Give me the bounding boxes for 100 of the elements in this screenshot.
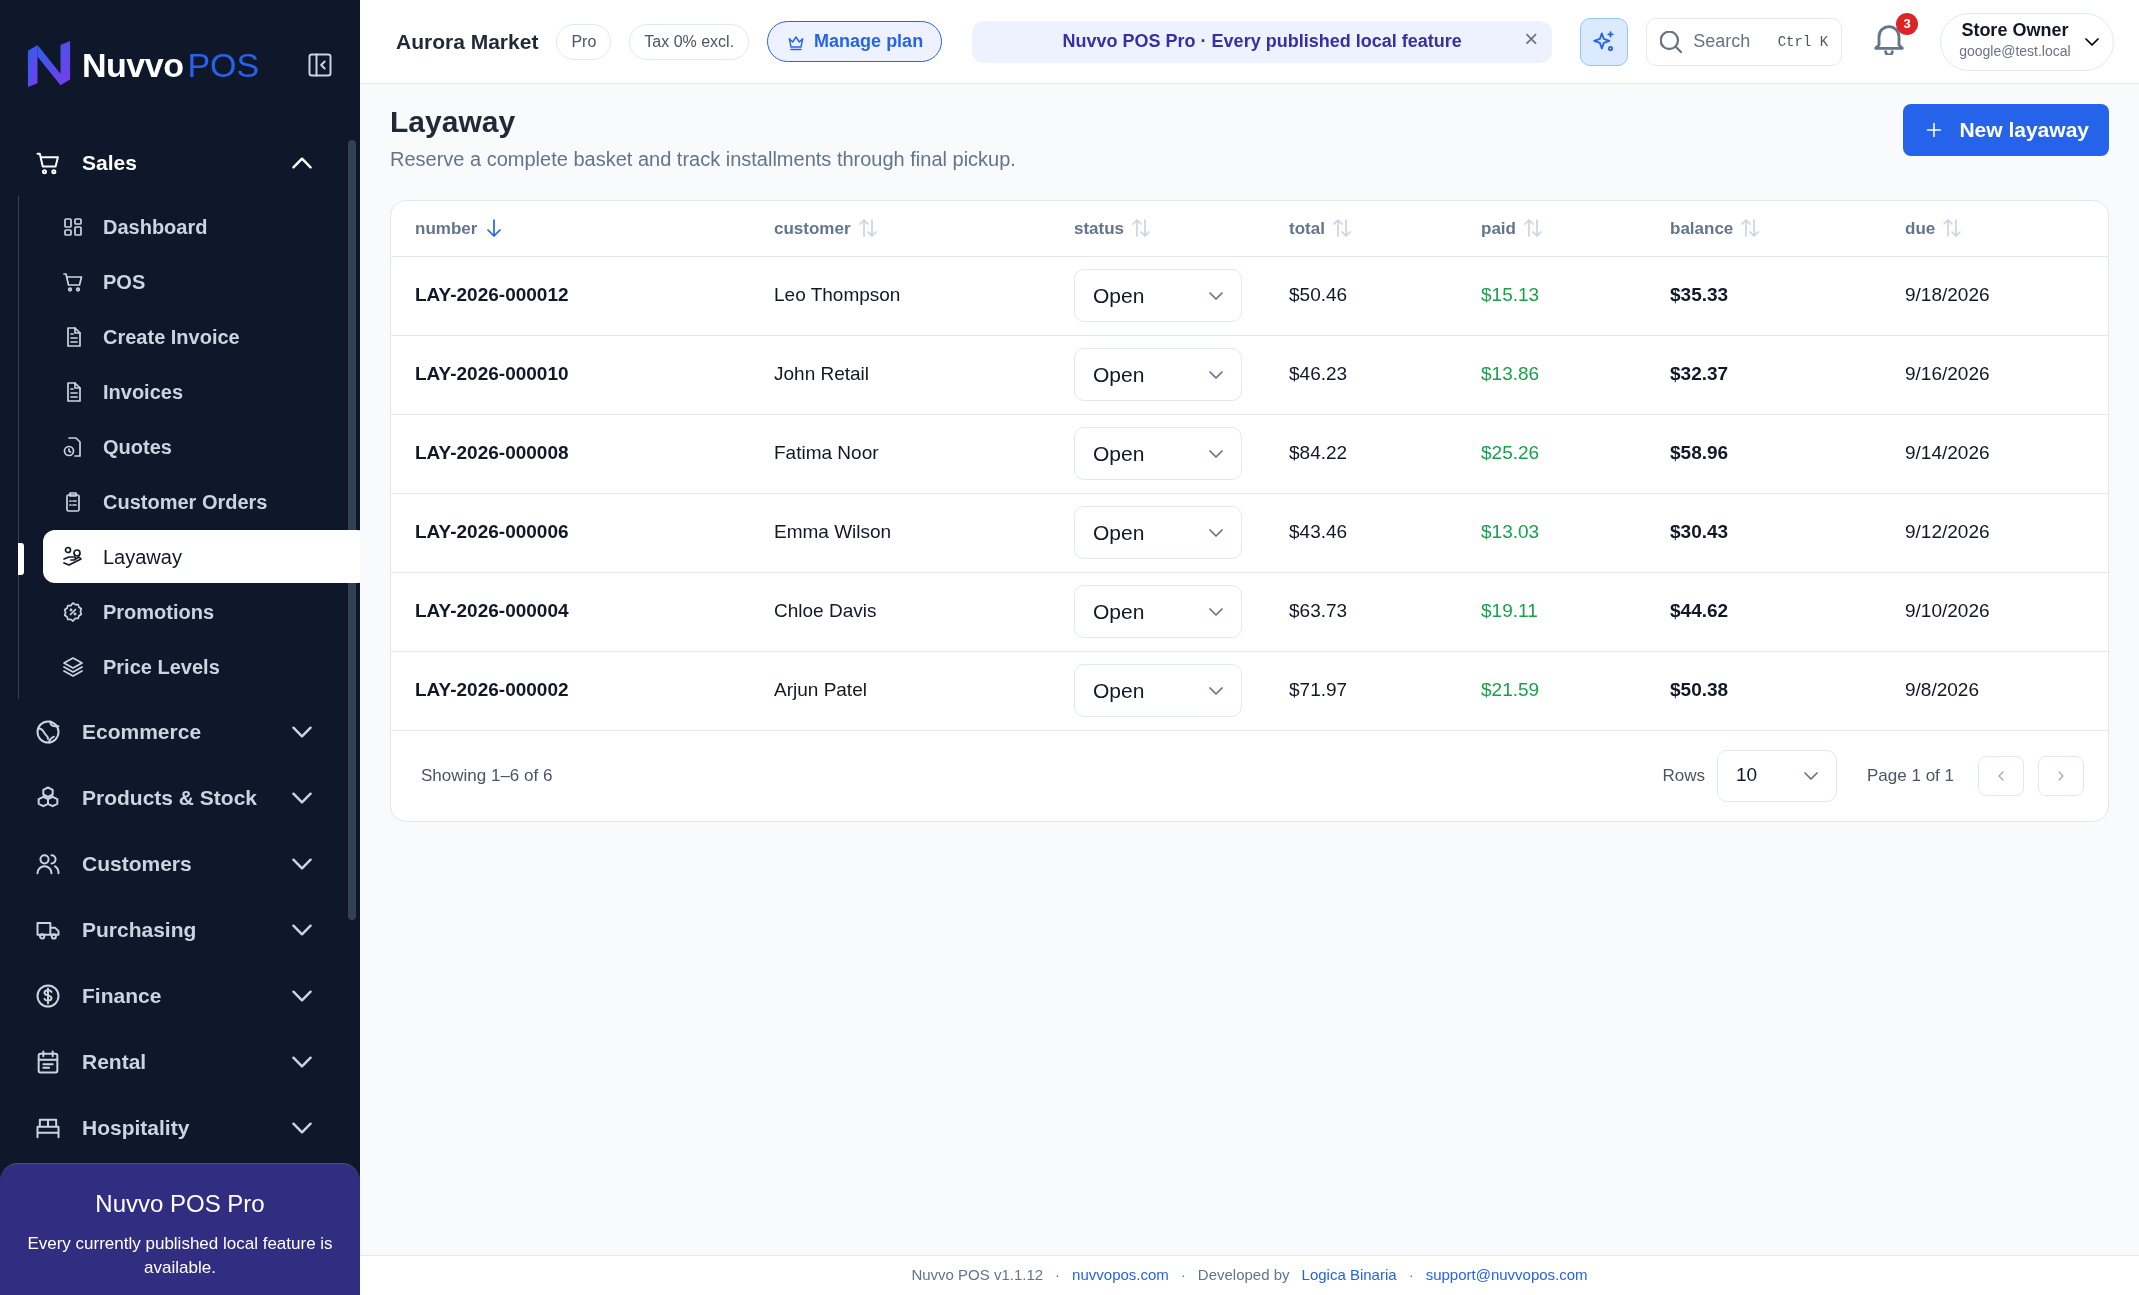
table-cell: $44.62 bbox=[1670, 600, 1729, 622]
nav-group[interactable]: Sales bbox=[0, 130, 342, 196]
store-name: Aurora Market bbox=[396, 28, 539, 55]
column-header[interactable]: customer bbox=[774, 218, 877, 238]
nav-item[interactable]: Quotes bbox=[43, 420, 360, 473]
column-header[interactable]: due bbox=[1905, 218, 1962, 238]
nav-group[interactable]: Finance bbox=[0, 963, 342, 1029]
status-select[interactable]: Open bbox=[1074, 664, 1242, 717]
nav-group[interactable]: Rental bbox=[0, 1029, 342, 1095]
notification-count: 3 bbox=[1896, 12, 1919, 35]
status-select[interactable]: Open bbox=[1074, 348, 1242, 401]
table-cell: LAY-2026-000006 bbox=[415, 521, 569, 543]
table-cell: $58.96 bbox=[1670, 442, 1729, 464]
footer-text: Developed by bbox=[1197, 1265, 1290, 1286]
table-cell: Leo Thompson bbox=[774, 284, 901, 306]
table-cell: Arjun Patel bbox=[774, 679, 867, 701]
table-cell: $43.46 bbox=[1289, 521, 1348, 543]
nav-group[interactable]: Products & Stock bbox=[0, 765, 342, 831]
table-cell: $19.11 bbox=[1481, 600, 1538, 622]
nav-group[interactable]: Purchasing bbox=[0, 897, 342, 963]
column-header[interactable]: status bbox=[1074, 218, 1151, 238]
nav-item[interactable]: POS bbox=[43, 255, 360, 308]
footer-link[interactable]: support@nuvvopos.com bbox=[1425, 1264, 1588, 1287]
user-menu-button[interactable]: Store Owner google@test.local bbox=[1940, 12, 2114, 71]
table-cell: $32.37 bbox=[1670, 363, 1729, 385]
table-cell: LAY-2026-000004 bbox=[415, 600, 569, 622]
chevron-icon bbox=[1804, 771, 1819, 780]
table-cell: Chloe Davis bbox=[774, 600, 877, 622]
table-cell: $15.13 bbox=[1481, 284, 1540, 306]
table-cell: 9/18/2026 bbox=[1905, 284, 1990, 306]
table-cell: LAY-2026-000010 bbox=[415, 363, 569, 385]
table-cell: $84.22 bbox=[1289, 442, 1348, 464]
shortcut-hint: Ctrl K bbox=[1777, 32, 1829, 52]
nav-group[interactable]: Ecommerce bbox=[0, 699, 342, 765]
user-email: google@test.local bbox=[1959, 41, 2071, 61]
footer-link[interactable]: Logica Binaria bbox=[1301, 1264, 1397, 1287]
panel-icon bbox=[306, 51, 334, 79]
status-select[interactable]: Open bbox=[1074, 427, 1242, 480]
table-cell: LAY-2026-000002 bbox=[415, 679, 569, 701]
chevron-icon bbox=[1209, 449, 1223, 458]
table-cell: $21.59 bbox=[1481, 679, 1540, 701]
new-layaway-button[interactable]: New layaway bbox=[1903, 104, 2109, 156]
status-select[interactable]: Open bbox=[1074, 269, 1242, 322]
rows-label: Rows bbox=[1662, 764, 1706, 787]
status-select[interactable]: Open bbox=[1074, 506, 1242, 559]
table-cell: Emma Wilson bbox=[774, 521, 892, 543]
nav-item[interactable]: Invoices bbox=[43, 365, 360, 418]
pagination-summary: Showing 1–6 of 6 bbox=[421, 764, 553, 787]
table-cell: $13.86 bbox=[1481, 363, 1540, 385]
nav-group[interactable]: Customers bbox=[0, 831, 342, 897]
chevron-icon bbox=[1209, 686, 1223, 695]
manage-plan-button[interactable]: Manage plan bbox=[767, 21, 943, 62]
scrollbar-thumb[interactable] bbox=[348, 140, 356, 920]
table-cell: John Retail bbox=[774, 363, 870, 385]
table-cell: $25.26 bbox=[1481, 442, 1540, 464]
table-cell: LAY-2026-000012 bbox=[415, 284, 569, 306]
status-select[interactable]: Open bbox=[1074, 585, 1242, 638]
column-header[interactable]: total bbox=[1289, 218, 1351, 238]
page-title: Layaway bbox=[390, 104, 517, 140]
nav-item[interactable]: Promotions bbox=[43, 585, 360, 638]
table-cell: 9/14/2026 bbox=[1905, 442, 1990, 464]
nav-group[interactable]: Hospitality bbox=[0, 1095, 342, 1161]
nav-item[interactable]: Layaway bbox=[43, 530, 360, 583]
column-header[interactable]: balance bbox=[1670, 218, 1760, 238]
table-cell: $50.38 bbox=[1670, 679, 1729, 701]
page-indicator: Page 1 of 1 bbox=[1867, 764, 1954, 787]
layers-icon bbox=[61, 654, 85, 679]
table-cell: $30.43 bbox=[1670, 521, 1729, 543]
percent-badge-icon bbox=[61, 599, 85, 624]
column-header[interactable]: paid bbox=[1481, 218, 1542, 238]
globe-icon bbox=[34, 718, 62, 746]
separator-dot: · bbox=[1408, 1265, 1414, 1286]
assistant-button[interactable] bbox=[1580, 17, 1629, 66]
user-name: Store Owner bbox=[1960, 21, 2070, 41]
logo-icon bbox=[26, 41, 72, 89]
footer-link[interactable]: nuvvopos.com bbox=[1072, 1264, 1169, 1287]
chevron-icon bbox=[1209, 607, 1223, 616]
dollar-icon bbox=[34, 982, 62, 1010]
rows-per-page-select[interactable]: 10 bbox=[1717, 749, 1838, 802]
table-cell: $50.46 bbox=[1289, 284, 1348, 306]
close-button[interactable]: × bbox=[1524, 26, 1539, 51]
chevron-icon bbox=[1209, 370, 1223, 379]
table-cell: 9/10/2026 bbox=[1905, 600, 1990, 622]
promo-title: Nuvvo POS Pro bbox=[94, 1188, 266, 1219]
separator-dot: · bbox=[1180, 1265, 1186, 1286]
separator-dot: · bbox=[1055, 1265, 1061, 1286]
nav-item[interactable]: Customer Orders bbox=[43, 475, 360, 528]
nav-item[interactable]: Price Levels bbox=[43, 640, 360, 693]
table-cell: LAY-2026-000008 bbox=[415, 442, 569, 464]
nav-item[interactable]: Dashboard bbox=[43, 200, 360, 253]
table-cell: 9/8/2026 bbox=[1905, 679, 1979, 701]
footer-text: Nuvvo POS v1.1.12 bbox=[911, 1265, 1044, 1286]
nav-item[interactable]: Create Invoice bbox=[43, 310, 360, 363]
table-cell: $71.97 bbox=[1289, 679, 1348, 701]
table-cell: $63.73 bbox=[1289, 600, 1348, 622]
table-cell: $46.23 bbox=[1289, 363, 1348, 385]
column-header[interactable]: number bbox=[415, 218, 504, 238]
table-cell: Fatima Noor bbox=[774, 442, 879, 464]
collapse-sidebar-button[interactable] bbox=[306, 51, 334, 79]
table-cell: 9/12/2026 bbox=[1905, 521, 1990, 543]
